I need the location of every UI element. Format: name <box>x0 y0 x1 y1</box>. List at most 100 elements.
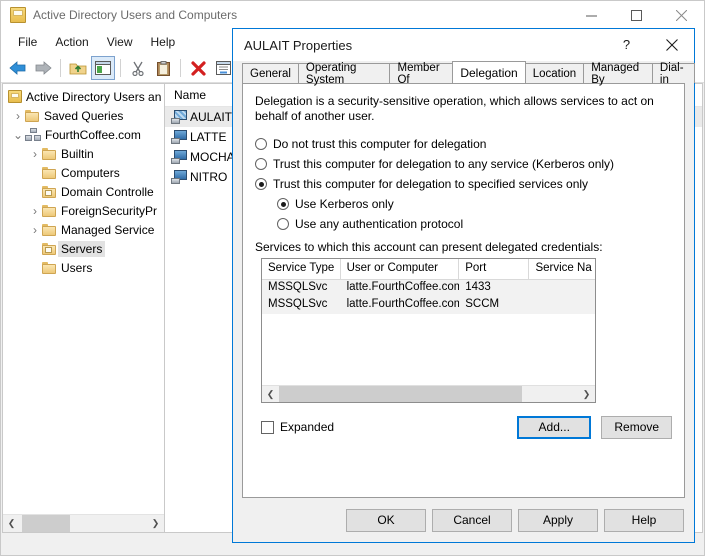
minimize-icon[interactable] <box>569 1 614 29</box>
close-icon[interactable] <box>649 29 694 60</box>
expanded-checkbox[interactable] <box>261 420 274 434</box>
add-button[interactable]: Add... <box>517 415 592 439</box>
tree-item-fourthcoffee-com[interactable]: ⌄ FourthCoffee.com <box>3 125 164 144</box>
tab-operating-system[interactable]: Operating System <box>297 62 391 86</box>
delete-icon[interactable] <box>186 56 210 80</box>
expanded-label: Expanded <box>280 420 335 434</box>
tree-item-managed-service-accounts[interactable]: › Managed Service <box>3 220 164 239</box>
tree-item-label: Saved Queries <box>44 108 124 123</box>
radio-trust-any-service[interactable]: Trust this computer for delegation to an… <box>255 154 672 174</box>
scrollbar-thumb[interactable] <box>22 515 70 532</box>
radio-label: Use Kerberos only <box>295 197 394 211</box>
scrollbar-thumb[interactable] <box>279 385 522 402</box>
cell-port: 1433 <box>465 281 491 293</box>
radio-do-not-trust[interactable]: Do not trust this computer for delegatio… <box>255 134 672 154</box>
chevron-placeholder-icon <box>28 242 42 256</box>
chevron-right-icon[interactable]: › <box>11 109 25 123</box>
tab-general[interactable]: General <box>242 63 299 83</box>
radio-icon-selected[interactable] <box>255 178 267 190</box>
scroll-right-icon[interactable]: ❯ <box>147 515 164 532</box>
scroll-left-icon[interactable]: ❮ <box>262 386 279 403</box>
cell-service-type: MSSQLSvc <box>268 298 328 310</box>
forward-icon[interactable] <box>31 56 55 80</box>
tab-delegation[interactable]: Delegation <box>452 61 526 83</box>
apply-button[interactable]: Apply <box>518 508 598 532</box>
show-hide-console-tree-icon[interactable] <box>91 56 115 80</box>
scroll-right-icon[interactable]: ❯ <box>578 386 595 403</box>
tree-item-saved-queries[interactable]: › Saved Queries <box>3 106 164 125</box>
radio-icon-selected[interactable] <box>277 198 289 210</box>
console-root-icon <box>8 90 22 103</box>
remove-button[interactable]: Remove <box>601 415 672 439</box>
chevron-right-icon[interactable]: › <box>28 147 42 161</box>
table-row[interactable]: MSSQLSvc latte.FourthCoffee.com 1433 <box>262 280 595 297</box>
scrollbar-track[interactable] <box>279 385 578 403</box>
menu-help[interactable]: Help <box>142 32 185 52</box>
tree-item-active-directory-users-and-computers[interactable]: Active Directory Users an <box>3 87 164 106</box>
cell-port: SCCM <box>465 298 500 310</box>
tab-managed-by[interactable]: Managed By <box>583 62 653 86</box>
tree-horizontal-scrollbar[interactable]: ❮ ❯ <box>3 514 164 532</box>
tree-item-label: Domain Controlle <box>61 184 154 199</box>
radio-use-kerberos-only[interactable]: Use Kerberos only <box>277 194 672 214</box>
radio-icon[interactable] <box>255 158 267 170</box>
tree-item-label: ForeignSecurityPr <box>61 203 158 218</box>
folder-icon <box>42 261 57 274</box>
table-body: MSSQLSvc latte.FourthCoffee.com 1433 MSS… <box>262 280 595 385</box>
back-icon[interactable] <box>6 56 30 80</box>
maximize-icon[interactable] <box>614 1 659 29</box>
menu-action[interactable]: Action <box>46 32 97 52</box>
help-button[interactable]: Help <box>604 508 684 532</box>
cancel-button[interactable]: Cancel <box>432 508 512 532</box>
radio-icon[interactable] <box>277 218 289 230</box>
delegation-tab-panel: Delegation is a security-sensitive opera… <box>242 83 685 498</box>
radio-label: Use any authentication protocol <box>295 217 464 231</box>
cut-icon[interactable] <box>126 56 150 80</box>
tree-item-label: Servers <box>58 240 106 257</box>
column-header-user-or-computer[interactable]: User or Computer <box>341 259 460 279</box>
tree-item-label: Computers <box>61 165 120 180</box>
radio-trust-specified-services[interactable]: Trust this computer for delegation to sp… <box>255 174 672 194</box>
scroll-left-icon[interactable]: ❮ <box>3 515 20 532</box>
tree-item-foreignsecurityprincipals[interactable]: › ForeignSecurityPr <box>3 201 164 220</box>
radio-use-any-authentication-protocol[interactable]: Use any authentication protocol <box>277 214 672 234</box>
table-row[interactable]: MSSQLSvc latte.FourthCoffee.com SCCM <box>262 297 595 314</box>
tab-member-of[interactable]: Member Of <box>389 62 454 86</box>
up-folder-icon[interactable] <box>66 56 90 80</box>
toolbar-separator <box>180 59 181 77</box>
cell-user-or-computer: latte.FourthCoffee.com <box>346 281 460 293</box>
delegated-services-table[interactable]: Service Type User or Computer Port Servi… <box>261 258 596 403</box>
paste-icon[interactable] <box>151 56 175 80</box>
chevron-right-icon[interactable]: › <box>28 204 42 218</box>
tree-item-computers[interactable]: Computers <box>3 163 164 182</box>
computer-icon <box>171 150 187 164</box>
close-icon[interactable] <box>659 1 704 29</box>
tree-item-label: Managed Service <box>61 222 155 237</box>
cell-user-or-computer: latte.FourthCoffee.com <box>346 298 460 310</box>
tree-item-builtin[interactable]: › Builtin <box>3 144 164 163</box>
chevron-placeholder-icon <box>28 185 42 199</box>
ok-button[interactable]: OK <box>346 508 426 532</box>
tab-location[interactable]: Location <box>524 63 585 83</box>
table-horizontal-scrollbar[interactable]: ❮ ❯ <box>262 385 595 402</box>
menu-view[interactable]: View <box>98 32 142 52</box>
domain-icon <box>25 128 41 141</box>
tab-dial-in[interactable]: Dial-in <box>651 62 696 86</box>
column-header-service-name[interactable]: Service Na <box>529 259 595 279</box>
chevron-right-icon[interactable]: › <box>28 223 42 237</box>
expanded-row: Expanded Add... Remove <box>261 415 672 439</box>
column-header-service-type[interactable]: Service Type <box>262 259 341 279</box>
tree-item-domain-controllers[interactable]: Domain Controlle <box>3 182 164 201</box>
radio-label: Trust this computer for delegation to sp… <box>273 177 589 191</box>
services-list-label: Services to which this account can prese… <box>255 240 603 254</box>
scrollbar-track[interactable] <box>20 515 147 532</box>
tree-item-users[interactable]: Users <box>3 258 164 277</box>
chevron-placeholder-icon <box>28 166 42 180</box>
column-header-port[interactable]: Port <box>459 259 530 279</box>
dialog-title: AULAIT Properties <box>244 37 353 53</box>
tree-item-servers[interactable]: Servers <box>3 239 164 258</box>
help-icon[interactable]: ? <box>604 29 649 60</box>
radio-icon[interactable] <box>255 138 267 150</box>
chevron-down-icon[interactable]: ⌄ <box>11 128 25 142</box>
menu-file[interactable]: File <box>9 32 46 52</box>
